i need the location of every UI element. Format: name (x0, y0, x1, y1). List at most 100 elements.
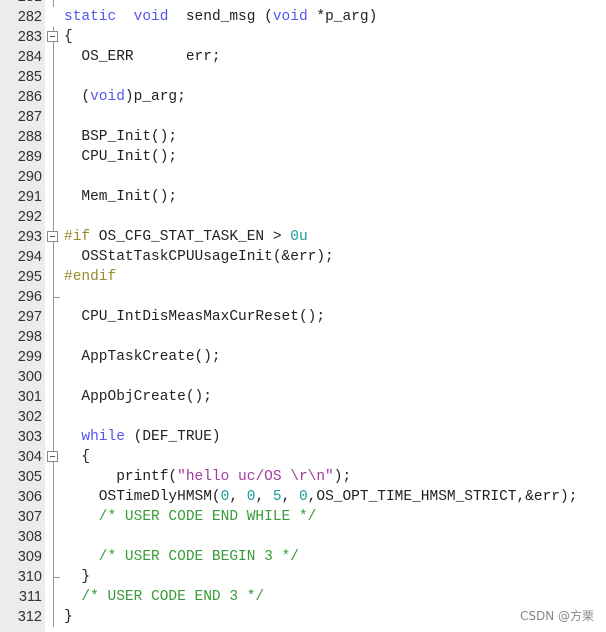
code-token: CPU_Init(); (64, 149, 178, 165)
fold-collapse-icon[interactable] (47, 451, 58, 462)
code-token: 5 (272, 489, 282, 505)
line-number: 294 (17, 249, 42, 265)
code-token: OS_CFG_STAT_TASK_EN > (90, 229, 291, 245)
code-line[interactable]: 311 /* USER CODE END 3 */ (0, 587, 606, 607)
code-token: #if (64, 229, 91, 245)
code-token: (DEF_TRUE) (124, 429, 221, 445)
code-text[interactable]: { (64, 27, 73, 47)
code-line[interactable]: 293 #if OS_CFG_STAT_TASK_EN > 0u (0, 227, 606, 247)
code-text[interactable]: CPU_IntDisMeasMaxCurReset(); (64, 307, 325, 327)
line-number: 296 (17, 289, 42, 305)
code-line[interactable]: 309 /* USER CODE BEGIN 3 */ (0, 547, 606, 567)
fold-collapse-icon[interactable] (47, 231, 58, 242)
code-text[interactable]: #endif (64, 267, 116, 287)
fold-line (53, 47, 54, 67)
code-line[interactable]: 285 (0, 67, 606, 87)
code-text[interactable]: } (64, 567, 90, 587)
code-line[interactable]: 307 /* USER CODE END WHILE */ (0, 507, 606, 527)
code-line[interactable]: 288 BSP_Init(); (0, 127, 606, 147)
code-text[interactable]: /* USER CODE END 3 */ (64, 587, 264, 607)
code-text[interactable]: static void send_msg (void *p_arg) (64, 7, 377, 27)
code-line[interactable]: 289 CPU_Init(); (0, 147, 606, 167)
code-text[interactable]: OSTimeDlyHMSM(0, 0, 5, 0,OS_OPT_TIME_HMS… (64, 487, 578, 507)
code-text[interactable]: AppObjCreate(); (64, 387, 212, 407)
code-token: static (64, 9, 117, 25)
code-text[interactable]: /* USER CODE BEGIN 3 */ (64, 547, 299, 567)
code-text[interactable]: OS_ERR err; (64, 47, 221, 67)
code-token: AppTaskCreate(); (64, 349, 221, 365)
line-number: 289 (17, 149, 42, 165)
fold-line (53, 187, 54, 207)
code-line[interactable]: 283 { (0, 27, 606, 47)
line-number: 295 (17, 269, 42, 285)
line-number: 283 (17, 29, 42, 45)
code-text[interactable]: { (64, 447, 90, 467)
line-number: 304 (17, 449, 42, 465)
fold-line (53, 407, 54, 427)
code-line[interactable]: 292 (0, 207, 606, 227)
line-number: 300 (17, 369, 42, 385)
code-text[interactable]: Mem_Init(); (64, 187, 177, 207)
line-number: 299 (17, 349, 42, 365)
line-number: 286 (17, 89, 42, 105)
code-line[interactable]: 287 (0, 107, 606, 127)
fold-end-marker (53, 577, 60, 578)
fold-line (53, 67, 54, 87)
code-line[interactable]: 286 (void)p_arg; (0, 87, 606, 107)
code-token: /* USER CODE END WHILE */ (64, 509, 317, 525)
line-number: 287 (17, 109, 42, 125)
code-line[interactable]: 312} (0, 607, 606, 627)
code-line[interactable]: 305 printf("hello uc/OS \r\n"); (0, 467, 606, 487)
fold-line (53, 307, 54, 327)
line-number: 301 (17, 389, 42, 405)
fold-line (53, 447, 54, 451)
code-line[interactable]: 301 AppObjCreate(); (0, 387, 606, 407)
code-token: OSStatTaskCPUUsageInit(&err); (64, 249, 334, 265)
code-line[interactable]: 296 (0, 287, 606, 307)
fold-line (53, 207, 54, 227)
code-text[interactable]: printf("hello uc/OS \r\n"); (64, 467, 351, 487)
code-line[interactable]: 304 { (0, 447, 606, 467)
code-line[interactable]: 302 (0, 407, 606, 427)
code-line[interactable]: 282 static void send_msg (void *p_arg) (0, 7, 606, 27)
fold-collapse-icon[interactable] (47, 31, 58, 42)
code-text[interactable]: while (DEF_TRUE) (64, 427, 221, 447)
fold-end-marker (53, 297, 60, 298)
code-text[interactable]: CPU_Init(); (64, 147, 177, 167)
code-line[interactable]: 281 (0, 0, 606, 7)
code-text[interactable]: AppTaskCreate(); (64, 347, 221, 367)
code-line[interactable]: 303 while (DEF_TRUE) (0, 427, 606, 447)
fold-line (53, 247, 54, 267)
code-text[interactable]: #if OS_CFG_STAT_TASK_EN > 0u (64, 227, 308, 247)
code-text[interactable]: OSStatTaskCPUUsageInit(&err); (64, 247, 334, 267)
line-number: 306 (17, 489, 42, 505)
code-line[interactable]: 295 #endif (0, 267, 606, 287)
code-line[interactable]: 308 (0, 527, 606, 547)
code-text[interactable]: } (64, 607, 73, 627)
code-token: ( (64, 89, 91, 105)
code-token: OS_ERR err; (64, 49, 221, 65)
code-line[interactable]: 290 (0, 167, 606, 187)
code-token: )p_arg; (124, 89, 186, 105)
code-line[interactable]: 298 (0, 327, 606, 347)
code-line[interactable]: 306 OSTimeDlyHMSM(0, 0, 5, 0,OS_OPT_TIME… (0, 487, 606, 507)
code-token: CPU_IntDisMeasMaxCurReset(); (64, 309, 326, 325)
code-line[interactable]: 300 (0, 367, 606, 387)
line-number: 285 (17, 69, 42, 85)
line-number: 281 (0, 0, 42, 7)
code-token: Mem_Init(); (64, 189, 178, 205)
code-line[interactable]: 310 } (0, 567, 606, 587)
code-text[interactable]: BSP_Init(); (64, 127, 177, 147)
code-token: { (64, 29, 73, 45)
line-number: 291 (17, 189, 42, 205)
code-token: , (255, 489, 273, 505)
code-text[interactable]: /* USER CODE END WHILE */ (64, 507, 317, 527)
code-line[interactable]: 297 CPU_IntDisMeasMaxCurReset(); (0, 307, 606, 327)
code-line[interactable]: 299 AppTaskCreate(); (0, 347, 606, 367)
code-line[interactable]: 294 OSStatTaskCPUUsageInit(&err); (0, 247, 606, 267)
code-text[interactable]: (void)p_arg; (64, 87, 186, 107)
fold-line (53, 147, 54, 167)
code-line[interactable]: 284 OS_ERR err; (0, 47, 606, 67)
code-token: , (229, 489, 247, 505)
code-line[interactable]: 291 Mem_Init(); (0, 187, 606, 207)
